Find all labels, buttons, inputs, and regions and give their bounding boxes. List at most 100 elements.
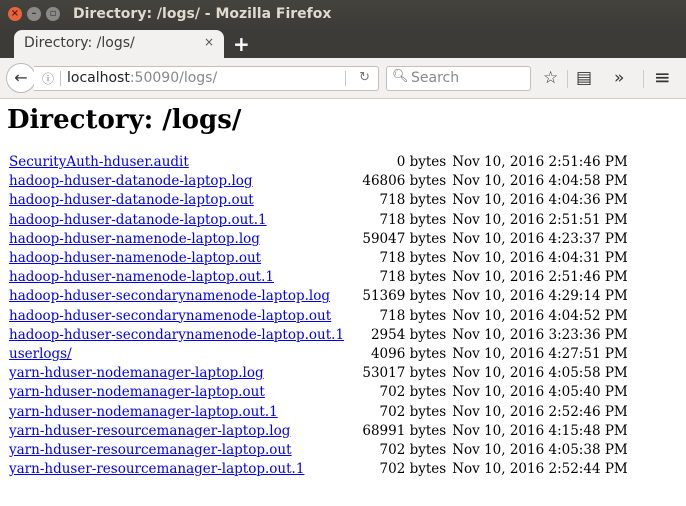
back-button[interactable]: ← (6, 63, 36, 93)
file-date: Nov 10, 2016 4:05:58 PM (452, 365, 628, 382)
file-link[interactable]: userlogs/ (9, 346, 72, 362)
url-path: :50090/logs/ (129, 70, 218, 86)
file-size: 718 bytes (379, 307, 447, 324)
file-name-cell: hadoop-hduser-datanode-laptop.out (7, 191, 350, 210)
file-link[interactable]: hadoop-hduser-namenode-laptop.log (9, 231, 260, 247)
file-link[interactable]: yarn-hduser-nodemanager-laptop.out.1 (9, 404, 278, 420)
file-link[interactable]: hadoop-hduser-secondarynamenode-laptop.o… (9, 327, 344, 343)
file-date: Nov 10, 2016 2:51:46 PM (452, 269, 628, 286)
file-date: Nov 10, 2016 2:51:51 PM (452, 211, 628, 228)
hamburger-menu-icon[interactable]: ≡ (654, 65, 671, 89)
toolbar-divider (643, 70, 644, 88)
file-link[interactable]: hadoop-hduser-secondarynamenode-laptop.o… (9, 308, 331, 324)
file-date: Nov 10, 2016 4:05:38 PM (452, 441, 628, 458)
file-date: Nov 10, 2016 3:23:36 PM (452, 326, 628, 343)
file-link[interactable]: yarn-hduser-nodemanager-laptop.log (9, 365, 264, 381)
file-name-cell: yarn-hduser-resourcemanager-laptop.out.1 (7, 460, 350, 479)
url-bar[interactable]: ⓘ localhost:50090/logs/ ↻ (34, 66, 379, 91)
file-link[interactable]: hadoop-hduser-datanode-laptop.out (9, 192, 254, 208)
tab-close-icon[interactable]: × (204, 35, 214, 49)
file-link[interactable]: yarn-hduser-nodemanager-laptop.out (9, 384, 265, 400)
file-name-cell: hadoop-hduser-namenode-laptop.out.1 (7, 268, 350, 287)
file-date: Nov 10, 2016 4:27:51 PM (452, 345, 628, 362)
file-link[interactable]: yarn-hduser-resourcemanager-laptop.out (9, 442, 292, 458)
file-size: 46806 bytes (362, 173, 447, 190)
file-date: Nov 10, 2016 2:52:44 PM (452, 461, 628, 478)
file-date: Nov 10, 2016 4:04:52 PM (452, 307, 628, 324)
bookmark-star-icon[interactable]: ☆ (543, 68, 558, 88)
tab-directory-logs[interactable]: Directory: /logs/ × (14, 30, 224, 58)
file-size: 53017 bytes (362, 365, 447, 382)
file-row: yarn-hduser-resourcemanager-laptop.out 7… (7, 441, 630, 460)
file-row: yarn-hduser-resourcemanager-laptop.log 6… (7, 422, 630, 441)
file-size: 68991 bytes (362, 422, 447, 439)
file-name-cell: yarn-hduser-resourcemanager-laptop.out (7, 441, 350, 460)
window-minimize-button[interactable]: – (27, 7, 41, 21)
file-name-cell: hadoop-hduser-secondarynamenode-laptop.l… (7, 287, 350, 306)
url-divider (60, 71, 61, 86)
info-icon[interactable]: ⓘ (42, 70, 54, 87)
window-maximize-button[interactable]: ▫ (46, 7, 60, 21)
overflow-chevron-icon[interactable]: » (614, 68, 624, 88)
file-size: 2954 bytes (370, 326, 447, 343)
file-name-cell: SecurityAuth-hduser.audit (7, 153, 350, 172)
file-date: Nov 10, 2016 4:05:40 PM (452, 384, 628, 401)
file-name-cell: hadoop-hduser-namenode-laptop.log (7, 230, 350, 249)
file-size: 702 bytes (379, 403, 447, 420)
file-row: hadoop-hduser-secondarynamenode-laptop.o… (7, 326, 630, 345)
page-heading: Directory: /logs/ (7, 105, 242, 135)
file-size: 702 bytes (379, 461, 447, 478)
file-link[interactable]: hadoop-hduser-namenode-laptop.out.1 (9, 269, 274, 285)
file-date: Nov 10, 2016 4:04:58 PM (452, 173, 628, 190)
file-date: Nov 10, 2016 4:04:31 PM (452, 250, 628, 267)
file-row: userlogs/ 4096 bytes Nov 10, 2016 4:27:51… (7, 345, 630, 364)
file-name-cell: hadoop-hduser-datanode-laptop.out.1 (7, 211, 350, 230)
reload-icon[interactable]: ↻ (359, 70, 370, 85)
file-name-cell: hadoop-hduser-secondarynamenode-laptop.o… (7, 326, 350, 345)
file-date: Nov 10, 2016 4:23:37 PM (452, 230, 628, 247)
file-date: Nov 10, 2016 4:15:48 PM (452, 422, 628, 439)
file-row: hadoop-hduser-namenode-laptop.log 59047 … (7, 230, 630, 249)
file-name-cell: userlogs/ (7, 345, 350, 364)
file-row: yarn-hduser-nodemanager-laptop.out.1 702… (7, 402, 630, 421)
navigation-toolbar: ← ⓘ localhost:50090/logs/ ↻ 🔍︎ Search ☆ … (0, 58, 686, 99)
search-input[interactable]: 🔍︎ Search (386, 66, 531, 91)
file-size: 718 bytes (379, 269, 447, 286)
file-link[interactable]: hadoop-hduser-secondarynamenode-laptop.l… (9, 288, 330, 304)
file-size: 718 bytes (379, 250, 447, 267)
file-row: hadoop-hduser-datanode-laptop.out.1 718 … (7, 211, 630, 230)
maximize-icon: ▫ (49, 8, 57, 19)
toolbar-divider (567, 70, 568, 88)
file-name-cell: hadoop-hduser-namenode-laptop.out (7, 249, 350, 268)
url-text[interactable]: localhost:50090/logs/ (67, 70, 217, 86)
file-row: SecurityAuth-hduser.audit 0 bytes Nov 10,… (7, 153, 630, 172)
file-date: Nov 10, 2016 4:04:36 PM (452, 192, 628, 209)
file-row: hadoop-hduser-namenode-laptop.out 718 by… (7, 249, 630, 268)
file-row: yarn-hduser-nodemanager-laptop.log 53017… (7, 364, 630, 383)
file-row: hadoop-hduser-datanode-laptop.log 46806 … (7, 172, 630, 191)
file-size: 702 bytes (379, 441, 447, 458)
file-row: hadoop-hduser-secondarynamenode-laptop.l… (7, 287, 630, 306)
file-row: hadoop-hduser-datanode-laptop.out 718 by… (7, 191, 630, 210)
tab-label: Directory: /logs/ (24, 35, 135, 51)
file-name-cell: yarn-hduser-nodemanager-laptop.log (7, 364, 350, 383)
url-host: localhost (67, 70, 130, 86)
new-tab-icon[interactable]: + (233, 32, 250, 56)
close-icon: × (10, 8, 20, 19)
file-link[interactable]: hadoop-hduser-namenode-laptop.out (9, 250, 261, 266)
file-link[interactable]: SecurityAuth-hduser.audit (9, 154, 189, 170)
search-icon: 🔍︎ (392, 69, 409, 84)
page-content: Directory: /logs/ SecurityAuth-hduser.au… (0, 99, 686, 477)
file-link[interactable]: yarn-hduser-resourcemanager-laptop.out.1 (9, 461, 304, 477)
file-size: 702 bytes (379, 384, 447, 401)
file-link[interactable]: hadoop-hduser-datanode-laptop.log (9, 173, 253, 189)
window-title: Directory: /logs/ - Mozilla Firefox (73, 6, 332, 22)
file-link[interactable]: hadoop-hduser-datanode-laptop.out.1 (9, 212, 267, 228)
file-size: 59047 bytes (362, 230, 447, 247)
file-row: yarn-hduser-resourcemanager-laptop.out.1… (7, 460, 630, 479)
file-listing: SecurityAuth-hduser.audit 0 bytes Nov 10,… (7, 153, 630, 479)
window-close-button[interactable]: × (8, 7, 22, 21)
reader-list-icon[interactable]: ▤ (576, 68, 592, 88)
file-link[interactable]: yarn-hduser-resourcemanager-laptop.log (9, 423, 290, 439)
file-size: 718 bytes (379, 211, 447, 228)
